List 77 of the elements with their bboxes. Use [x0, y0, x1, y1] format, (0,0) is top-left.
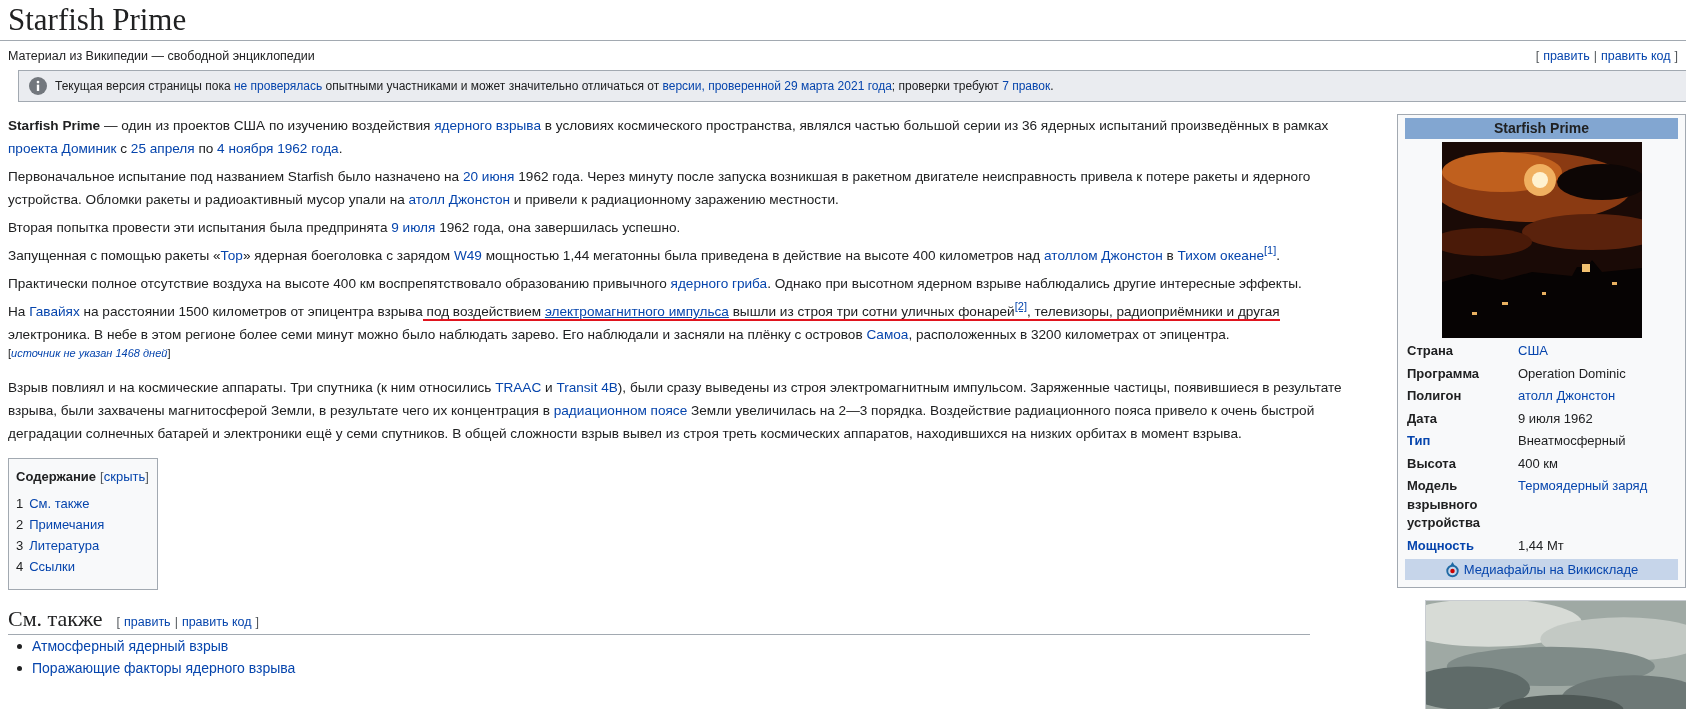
link[interactable]: TRAAC — [495, 380, 542, 395]
toc-number: 3 — [16, 537, 24, 555]
bracket: ] — [255, 615, 259, 629]
paragraph: Starfish Prime — один из проектов США по изучению воздействия ядерного взрыва в условиях космического пространства, являлся частью большой серии из 36 ядерных испытаний произведённых в рамках проекта Доминик с 25 апреля по 4 ноября 1962 года. — [8, 117, 1330, 158]
field-value: Внеатмосферный — [1518, 432, 1627, 450]
link[interactable]: электромагнитного импульса — [544, 304, 729, 319]
link[interactable]: Гавайях — [29, 304, 80, 319]
field-label: Полигон — [1406, 387, 1463, 405]
field-value: Operation Dominic — [1518, 364, 1627, 383]
section-heading: См. также — [8, 605, 103, 633]
edit-link[interactable]: править — [1543, 47, 1590, 65]
bracket: [ — [100, 468, 104, 486]
link[interactable]: Тихом океане — [1177, 248, 1264, 263]
toc-number: 4 — [16, 558, 24, 576]
label-link[interactable]: Мощность — [1405, 536, 1518, 555]
toc-link[interactable]: Примечания — [29, 514, 105, 535]
notice-text: Текущая версия страницы пока не проверялась опытными участниками и может значительно отличаться от версии, проверенной 29 марта 2021 года; проверки требуют 7 правок. — [55, 78, 1054, 95]
toc-number: 1 — [16, 495, 24, 513]
paragraph: Взрыв повлиял и на космические аппараты. Три спутника (к ним относились TRAAC и Transit 4B), были сразу выведены из строя электромагнитным импульсом. Заряженные частицы, появившиеся в результате взрыва, были захвачены магнитосферой Земли, в результате чего их концентрация в радиационном поясе Земли увеличилась на 2—3 порядка. Воздействие радиационного пояса привело к очень быстрой деградации солнечных батарей и электроники ещё у семи спутников. В общей сложности взрыв вывел из строя треть космических аппаратов, находившихся на низких орбитах в момент взрыва. — [8, 379, 1343, 443]
link[interactable]: атоллом Джонстон — [1044, 248, 1163, 263]
link[interactable]: проекта Доминик — [8, 141, 117, 156]
bullet-dot — [17, 644, 22, 649]
toc-link[interactable]: См. также — [29, 493, 90, 514]
toc-title: Содержание — [16, 468, 97, 486]
list-link[interactable]: Атмосферный ядерный взрыв — [32, 636, 229, 657]
toc-link[interactable]: Литература — [29, 535, 100, 556]
page-title: Starfish Prime — [8, 1, 188, 39]
citation-note: [источник не указан 1468 дней] — [8, 346, 172, 360]
bracket: [ — [1535, 48, 1540, 65]
value-link[interactable]: США — [1518, 342, 1678, 361]
edit-link[interactable]: править — [124, 615, 171, 629]
toc-number: 2 — [16, 516, 24, 534]
label-link[interactable]: Тип — [1405, 432, 1518, 451]
field-value: 1,44 Мт — [1518, 536, 1565, 555]
link[interactable]: 25 апреля — [130, 141, 195, 156]
field-value: 9 июля 1962 — [1518, 409, 1594, 428]
field-value: 400 км — [1518, 454, 1559, 473]
field-label: Модель взрывного устройства — [1406, 477, 1482, 532]
list-link[interactable]: Поражающие факторы ядерного взрыва — [32, 658, 296, 679]
toc-link[interactable]: Ссылки — [29, 556, 75, 577]
link[interactable]: не проверялась — [233, 79, 323, 93]
link[interactable]: 9 июля — [391, 220, 436, 235]
commons-link[interactable]: Медиафайлы на Викискладе — [1463, 559, 1639, 580]
link[interactable]: версии, проверенной 29 марта 2021 года — [662, 79, 892, 93]
paragraph: Практически полное отсутствие воздуха на высоте 400 км воспрепятствовало образованию привычного ядерного гриба. Однако при высотном ядерном взрыве наблюдались другие интересные эффекты. — [8, 275, 1303, 293]
bracket: [ — [116, 615, 121, 629]
bullet-dot — [17, 666, 22, 671]
paragraph: Вторая попытка провести эти испытания была предпринята 9 июля 1962 года, она завершилась успешно. — [8, 219, 682, 237]
reference-link[interactable]: [2] — [1014, 300, 1027, 313]
link[interactable]: 20 июня — [462, 169, 515, 184]
paragraph: Запущенная с помощью ракеты «Тор» ядерная боеголовка с зарядом W49 мощностью 1,44 мегатонны была приведена в действие на высоте 400 километров над атоллом Джонстон в Тихом океане$^{[1]}$. — [8, 244, 1281, 265]
bracket: ] — [145, 468, 149, 486]
field-label: Программа — [1406, 364, 1481, 383]
link[interactable]: атолл Джонстон — [408, 192, 511, 207]
separator: | — [1593, 48, 1597, 65]
paragraph: Первоначальное испытание под названием Starfish было назначено на 20 июня 1962 года. Через минуту после запуска возникшая в ракетном двигателе неисправность привела к потере ракеты и ядерного устройства. Обломки ракеты и радиоактивный мусор упали на атолл Джонстон и привели к радиационному заражению местности. — [8, 168, 1312, 209]
link[interactable]: радиационном поясе — [553, 403, 688, 418]
link[interactable]: Transit 4B — [556, 380, 618, 395]
info-icon — [29, 77, 47, 95]
tagline: Материал из Википедии — свободной энциклопедии — [8, 48, 315, 65]
commons-icon — [1444, 561, 1460, 578]
link[interactable]: W49 — [453, 248, 482, 263]
field-label: Страна — [1406, 342, 1454, 360]
link[interactable]: 4 ноября 1962 года — [217, 141, 339, 156]
separator: | — [174, 615, 178, 629]
edit-link[interactable]: править код — [1600, 47, 1671, 65]
link[interactable]: ядерного взрыва — [434, 118, 541, 133]
reference-link[interactable]: [1] — [1263, 244, 1277, 257]
value-link[interactable]: Термоядерный заряд — [1518, 477, 1678, 533]
link[interactable]: Тор — [220, 248, 243, 263]
paragraph: На Гавайях на расстоянии 1500 километров от эпицентра взрыва под воздействием электромагнитного импульса вышли из строя три сотни уличных фонарей$^{[2]}$, телевизоры, радиоприёмники и другая электроника. В небе в этом регионе более семи минут можно было наблюдать зарево. Его наблюдали и засняли на плёнку с островов Самоа, расположенных в 3200 километрах от эпицентра. — [8, 300, 1281, 344]
field-label: Дата — [1406, 409, 1439, 428]
bracket: ] — [1674, 48, 1678, 65]
infobox-title: Starfish Prime — [1405, 118, 1678, 139]
field-label: Высота — [1406, 454, 1457, 473]
edit-link[interactable]: править код — [181, 615, 252, 629]
value-link[interactable]: атолл Джонстон — [1518, 387, 1678, 406]
